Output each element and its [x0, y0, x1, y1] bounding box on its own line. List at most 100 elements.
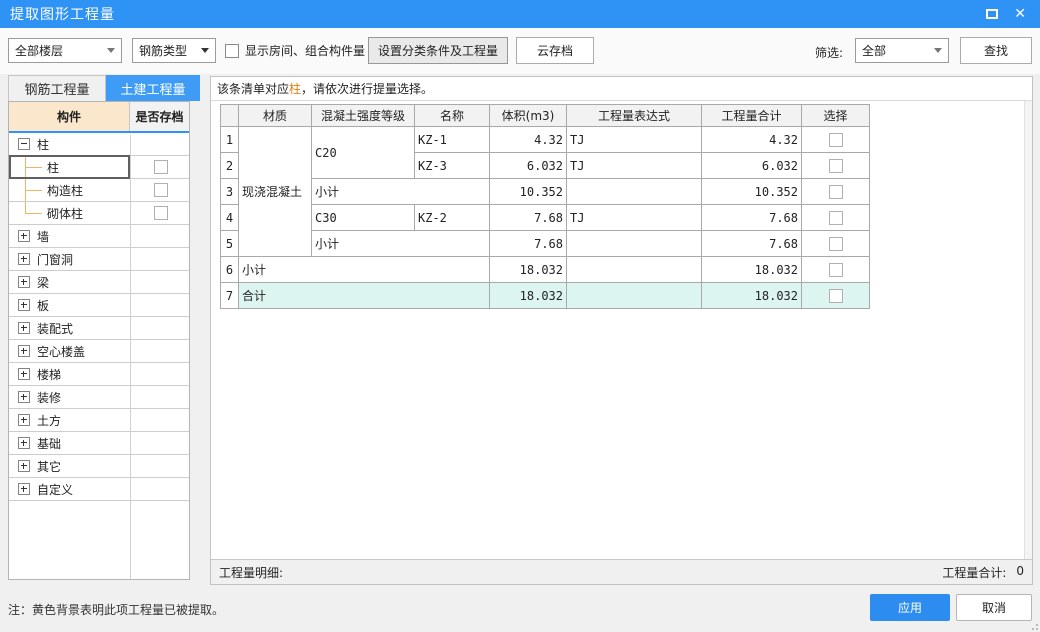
- set-classification-button[interactable]: 设置分类条件及工程量: [368, 37, 508, 64]
- window-title: 提取图形工程量: [10, 7, 115, 23]
- tree-item-earthwork[interactable]: 土方: [9, 409, 189, 432]
- tree-connector: [25, 213, 42, 214]
- left-tabs: 钢筋工程量 土建工程量: [8, 75, 200, 101]
- expand-icon[interactable]: [18, 299, 30, 311]
- tree-item-column[interactable]: 柱: [9, 155, 189, 179]
- table-row: 4 C30 KZ-2 7.68 TJ 7.68: [220, 204, 870, 231]
- row-select-checkbox[interactable]: [828, 132, 843, 147]
- grade-cell: C30: [311, 204, 415, 231]
- floor-dropdown-value: 全部楼层: [15, 44, 64, 58]
- collapse-icon[interactable]: [18, 138, 30, 150]
- rebar-type-dropdown-value: 钢筋类型: [139, 44, 188, 58]
- toolbar: 全部楼层 钢筋类型 显示房间、组合构件量 设置分类条件及工程量 云存档 筛选: …: [0, 28, 1040, 74]
- col-name: 名称: [414, 104, 490, 127]
- grade-cell: C20: [311, 126, 415, 179]
- tree-item-hollow-floor[interactable]: 空心楼盖: [9, 340, 189, 363]
- filter-dropdown-value: 全部: [862, 44, 887, 58]
- material-cell: 现浇混凝土: [238, 126, 312, 257]
- col-material: 材质: [238, 104, 312, 127]
- tree-item-foundation[interactable]: 基础: [9, 432, 189, 455]
- tree-item-door-window[interactable]: 门窗洞: [9, 248, 189, 271]
- quantity-panel: 该条清单对应柱，请依次进行提量选择。 材质 混凝土强度等级 名称 体积(m3) …: [210, 76, 1033, 585]
- table-row-subtotal: 6 小计 18.032 18.032: [220, 256, 870, 283]
- expand-icon[interactable]: [18, 460, 30, 472]
- chevron-down-icon: [107, 48, 115, 53]
- quantity-detail-bar: 工程量明细: 工程量合计: 0: [211, 559, 1032, 584]
- component-tree-panel: 构件 是否存档 柱 柱 构造柱 砌体柱 墙 门窗洞 梁 板 装配式 空心楼盖 楼…: [8, 101, 190, 580]
- tree-item-other[interactable]: 其它: [9, 455, 189, 478]
- tree-item-custom[interactable]: 自定义: [9, 478, 189, 501]
- table-row-grand-total: 7 合计 18.032 18.032: [220, 282, 870, 309]
- maximize-icon[interactable]: [986, 9, 999, 19]
- detail-label: 工程量明细:: [219, 565, 284, 580]
- notice-highlight: 柱: [289, 82, 302, 96]
- resize-grip-icon[interactable]: [1028, 620, 1038, 630]
- col-total: 工程量合计: [701, 104, 802, 127]
- table-row: 1 现浇混凝土 C20 KZ-1 4.32 TJ 4.32: [220, 126, 870, 257]
- tab-civil-quantity[interactable]: 土建工程量: [106, 75, 200, 101]
- tree-item-prefab[interactable]: 装配式: [9, 317, 189, 340]
- expand-icon[interactable]: [18, 276, 30, 288]
- floor-dropdown[interactable]: 全部楼层: [8, 38, 122, 63]
- archive-checkbox[interactable]: [154, 206, 168, 220]
- tree-item-slab[interactable]: 板: [9, 294, 189, 317]
- rebar-type-dropdown[interactable]: 钢筋类型: [132, 38, 216, 63]
- cancel-button[interactable]: 取消: [956, 594, 1032, 621]
- tree-item-decoration[interactable]: 装修: [9, 386, 189, 409]
- row-select-checkbox[interactable]: [828, 210, 843, 225]
- filter-label: 筛选:: [815, 46, 844, 60]
- expand-icon[interactable]: [18, 253, 30, 265]
- tree-item-beam[interactable]: 梁: [9, 271, 189, 294]
- expand-icon[interactable]: [18, 391, 30, 403]
- expand-icon[interactable]: [18, 322, 30, 334]
- archive-checkbox[interactable]: [154, 183, 168, 197]
- apply-button[interactable]: 应用: [870, 594, 950, 621]
- row-select-checkbox[interactable]: [828, 236, 843, 251]
- row-select-checkbox[interactable]: [828, 262, 843, 277]
- col-expression: 工程量表达式: [566, 104, 702, 127]
- expand-icon[interactable]: [18, 345, 30, 357]
- quantity-table: 材质 混凝土强度等级 名称 体积(m3) 工程量表达式 工程量合计 选择 1 现…: [220, 104, 870, 309]
- row-select-checkbox[interactable]: [828, 158, 843, 173]
- expand-icon[interactable]: [18, 414, 30, 426]
- show-rooms-checkbox[interactable]: [225, 43, 239, 58]
- tree-item-column-parent[interactable]: 柱: [9, 133, 189, 156]
- title-bar: 提取图形工程量 ✕: [0, 0, 1040, 28]
- scrollbar-track[interactable]: [1024, 101, 1032, 559]
- row-select-checkbox[interactable]: [828, 288, 843, 303]
- notice-text: 该条清单对应柱，请依次进行提量选择。: [211, 77, 1032, 101]
- tree-item-constructional-column[interactable]: 构造柱: [9, 179, 189, 202]
- tree-item-stairs[interactable]: 楼梯: [9, 363, 189, 386]
- table-row-subtotal: 5 小计 7.68 7.68: [220, 230, 870, 257]
- expand-icon[interactable]: [18, 483, 30, 495]
- tree-connector: [25, 190, 42, 191]
- chevron-down-icon: [201, 48, 209, 53]
- close-icon[interactable]: ✕: [1014, 7, 1026, 21]
- col-volume: 体积(m3): [489, 104, 567, 127]
- total-label: 工程量合计:: [942, 565, 1007, 580]
- column-header-component: 构件: [9, 102, 130, 131]
- expand-icon[interactable]: [18, 368, 30, 380]
- table-header-row: 材质 混凝土强度等级 名称 体积(m3) 工程量表达式 工程量合计 选择: [220, 104, 870, 127]
- expand-icon[interactable]: [18, 437, 30, 449]
- column-header-archived: 是否存档: [130, 102, 189, 131]
- tree-item-masonry-column[interactable]: 砌体柱: [9, 202, 189, 225]
- total-value: 0: [1016, 563, 1024, 578]
- yellow-background-note: 注：黄色背景表明此项工程量已被提取。: [8, 603, 225, 617]
- tree-item-wall[interactable]: 墙: [9, 225, 189, 248]
- show-rooms-label: 显示房间、组合构件量: [245, 44, 366, 58]
- col-grade: 混凝土强度等级: [311, 104, 415, 127]
- chevron-down-icon: [934, 48, 942, 53]
- expand-icon[interactable]: [18, 230, 30, 242]
- tab-rebar-quantity[interactable]: 钢筋工程量: [8, 75, 106, 101]
- row-select-checkbox[interactable]: [828, 184, 843, 199]
- col-rownum: [220, 104, 239, 127]
- cloud-archive-button[interactable]: 云存档: [516, 37, 594, 64]
- find-button[interactable]: 查找: [960, 37, 1032, 64]
- col-select: 选择: [801, 104, 870, 127]
- archive-checkbox[interactable]: [154, 160, 168, 174]
- table-row-subtotal: 3 小计 10.352 10.352: [220, 178, 870, 205]
- tree-header-row: 构件 是否存档: [9, 102, 189, 133]
- tree-connector: [25, 202, 26, 213]
- filter-dropdown[interactable]: 全部: [855, 38, 949, 63]
